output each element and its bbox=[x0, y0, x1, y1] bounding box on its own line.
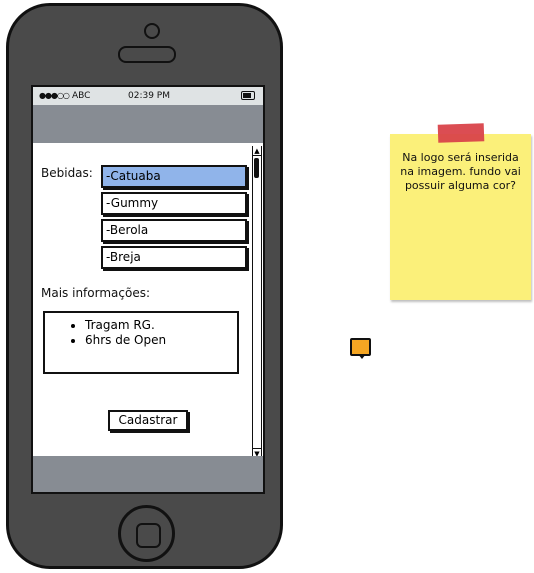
bebidas-list: -Catuaba -Gummy -Berola -Breja bbox=[101, 165, 247, 273]
top-navigation-bar bbox=[33, 105, 263, 143]
iphone-frame: ●●●○○ ABC 02:39 PM Bebidas: -Catuaba -Gu… bbox=[6, 3, 283, 569]
battery-icon bbox=[241, 91, 255, 100]
info-textarea[interactable]: Tragam RG. 6hrs de Open bbox=[43, 311, 239, 374]
sticky-note: Na logo será inserida na imagem. fundo v… bbox=[390, 134, 531, 300]
signal-strength-icon: ●●●○○ bbox=[39, 91, 70, 100]
vertical-scrollbar[interactable]: ▲ ▼ bbox=[252, 146, 262, 458]
carrier-name: ABC bbox=[72, 91, 91, 101]
status-time: 02:39 PM bbox=[128, 91, 170, 101]
status-bar: ●●●○○ ABC 02:39 PM bbox=[33, 87, 263, 105]
scroll-thumb[interactable] bbox=[254, 158, 259, 178]
scroll-up-arrow-icon[interactable]: ▲ bbox=[253, 146, 261, 156]
phone-screen: ●●●○○ ABC 02:39 PM Bebidas: -Catuaba -Gu… bbox=[31, 85, 265, 494]
list-item-breja[interactable]: -Breja bbox=[101, 246, 247, 269]
info-item: Tragam RG. bbox=[85, 318, 237, 333]
list-item-catuaba[interactable]: -Catuaba bbox=[101, 165, 247, 188]
speaker-grille bbox=[118, 46, 176, 63]
mais-informacoes-label: Mais informações: bbox=[41, 286, 150, 300]
list-item-gummy[interactable]: -Gummy bbox=[101, 192, 247, 215]
home-square-icon bbox=[136, 523, 161, 548]
home-button[interactable] bbox=[118, 505, 175, 562]
canvas: ●●●○○ ABC 02:39 PM Bebidas: -Catuaba -Gu… bbox=[0, 0, 534, 573]
bottom-toolbar bbox=[33, 456, 263, 492]
info-item: 6hrs de Open bbox=[85, 333, 237, 348]
info-list: Tragam RG. 6hrs de Open bbox=[45, 318, 237, 348]
comment-marker-icon[interactable] bbox=[350, 338, 371, 359]
list-item-berola[interactable]: -Berola bbox=[101, 219, 247, 242]
cadastrar-button[interactable]: Cadastrar bbox=[108, 410, 188, 431]
camera-icon bbox=[144, 23, 160, 39]
bebidas-label: Bebidas: bbox=[41, 166, 93, 180]
sticky-note-text: Na logo será inserida na imagem. fundo v… bbox=[400, 151, 521, 192]
sticky-tape bbox=[437, 123, 485, 143]
